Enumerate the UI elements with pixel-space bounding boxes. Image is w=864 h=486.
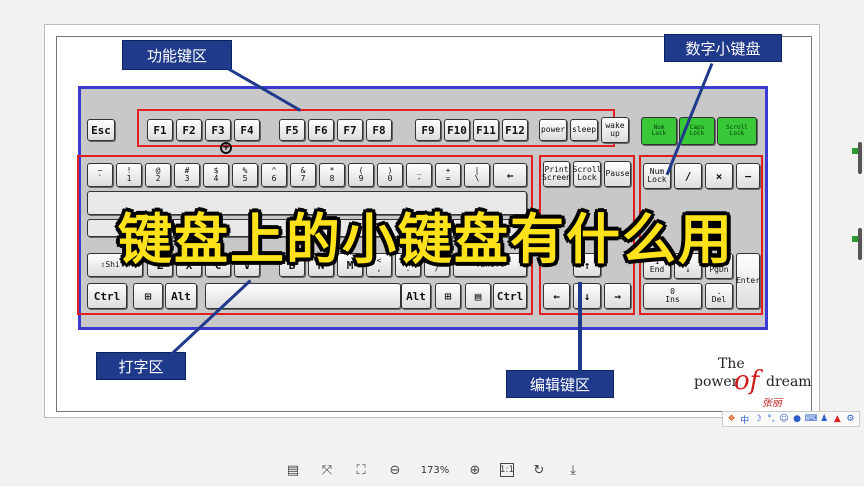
key-2: @ 2: [145, 163, 171, 187]
zoom-level: 173%: [420, 464, 450, 476]
viewer-toolbar: ▤ ⤧ ⛶ ⊖ 173% ⊕ 1:1 ↻ ⤓: [284, 456, 582, 484]
fullscreen-icon[interactable]: ⛶: [352, 461, 370, 479]
layout-icon[interactable]: ▤: [284, 461, 302, 479]
key-8: * 8: [319, 163, 345, 187]
key-scroll-lock: Scroll Lock: [573, 161, 601, 187]
key-pause: Pause: [604, 161, 631, 187]
key-left: ←: [543, 283, 570, 309]
ime-toolbar[interactable]: ❖ 中 ☽ °, ☺ ● ⌨ ♟ ▲ ⚙: [722, 411, 860, 427]
download-icon[interactable]: ⤓: [564, 461, 582, 479]
key-numpad-star: ×: [705, 163, 733, 189]
ime-logo-icon[interactable]: ❖: [726, 414, 737, 424]
key-numpad-dot: . Del: [705, 283, 733, 309]
ime-punct-icon[interactable]: °,: [765, 414, 776, 424]
brand-signature: 张丽: [762, 398, 782, 409]
callout-edit-zone: 编辑键区: [506, 370, 614, 398]
key-9: ( 9: [348, 163, 374, 187]
key-3: # 3: [174, 163, 200, 187]
brand-of: of: [734, 366, 760, 396]
status-dot-lower: [852, 236, 858, 242]
key-4: $ 4: [203, 163, 229, 187]
fit-icon[interactable]: ⤧: [318, 461, 336, 479]
key-sleep: sleep: [570, 119, 598, 141]
key-f4: F4: [234, 119, 260, 141]
key-f8: F8: [366, 119, 392, 141]
key-right-alt: Alt: [401, 283, 431, 309]
key-f5: F5: [279, 119, 305, 141]
ime-emoji-icon[interactable]: ☺: [778, 414, 789, 424]
key-1: ! 1: [116, 163, 142, 187]
key-numpad-0: 0 Ins: [643, 283, 702, 309]
ime-mic-icon[interactable]: ●: [792, 414, 803, 424]
key-num-lock: Num Lock: [643, 163, 671, 189]
key-numpad-slash: /: [674, 163, 702, 189]
ime-moon-icon[interactable]: ☽: [752, 414, 763, 424]
key-wake-up: wake up: [601, 117, 629, 143]
key-minus: _ -: [406, 163, 432, 187]
key-6: ^ 6: [261, 163, 287, 187]
rotate-icon[interactable]: ↻: [530, 461, 548, 479]
key-right-win: ⊞: [435, 283, 461, 309]
key-f9: F9: [415, 119, 441, 141]
key-menu: ▤: [465, 283, 491, 309]
key-f3: F3: [205, 119, 231, 141]
key-7: & 7: [290, 163, 316, 187]
num-lock-indicator: Num Lock: [641, 117, 677, 145]
key-power: power: [539, 119, 567, 141]
key-0: ) 0: [377, 163, 403, 187]
callout-typing-zone: 打字区: [96, 352, 186, 380]
ime-shirt-icon[interactable]: ▲: [832, 414, 843, 424]
key-right-ctrl: Ctrl: [493, 283, 527, 309]
callout-edit-arrow: [578, 282, 582, 372]
key-tilde: ~ `: [87, 163, 113, 187]
status-dot-upper: [852, 148, 858, 154]
callout-numpad-zone: 数字小键盘: [664, 34, 782, 62]
brand-dream: dream: [766, 374, 812, 390]
ime-user-icon[interactable]: ♟: [819, 414, 830, 424]
key-right: →: [604, 283, 631, 309]
scroll-thumb-lower[interactable]: [858, 228, 862, 260]
key-print-screen: Print Screen: [542, 161, 571, 187]
key-f10: F10: [444, 119, 470, 141]
zoom-cursor-icon: +: [220, 142, 232, 154]
video-headline: 键盘上的小键盘有什么用: [118, 207, 734, 271]
ime-lang-toggle[interactable]: 中: [739, 413, 750, 426]
key-backslash: | \: [464, 163, 490, 187]
key-left-alt: Alt: [165, 283, 197, 309]
key-f6: F6: [308, 119, 334, 141]
zoom-in-icon[interactable]: ⊕: [466, 461, 484, 479]
key-esc: Esc: [87, 119, 115, 141]
key-f2: F2: [176, 119, 202, 141]
ime-settings-icon[interactable]: ⚙: [845, 414, 856, 424]
brand-power: power: [694, 374, 739, 390]
key-equals: + =: [435, 163, 461, 187]
actual-size-icon[interactable]: 1:1: [500, 463, 514, 477]
scroll-lock-indicator: Scroll Lock: [717, 117, 757, 145]
key-f1: F1: [147, 119, 173, 141]
scroll-thumb-upper[interactable]: [858, 142, 862, 174]
key-backspace: ←: [493, 163, 527, 187]
key-left-ctrl: Ctrl: [87, 283, 127, 309]
key-f7: F7: [337, 119, 363, 141]
callout-function-zone: 功能键区: [122, 40, 232, 70]
brand-logo: The power of dream 张丽: [690, 356, 812, 412]
ime-keyboard-icon[interactable]: ⌨: [805, 414, 818, 424]
key-numpad-minus: −: [736, 163, 760, 189]
key-5: % 5: [232, 163, 258, 187]
key-left-win: ⊞: [133, 283, 163, 309]
key-f12: F12: [502, 119, 528, 141]
key-f11: F11: [473, 119, 499, 141]
zoom-out-icon[interactable]: ⊖: [386, 461, 404, 479]
